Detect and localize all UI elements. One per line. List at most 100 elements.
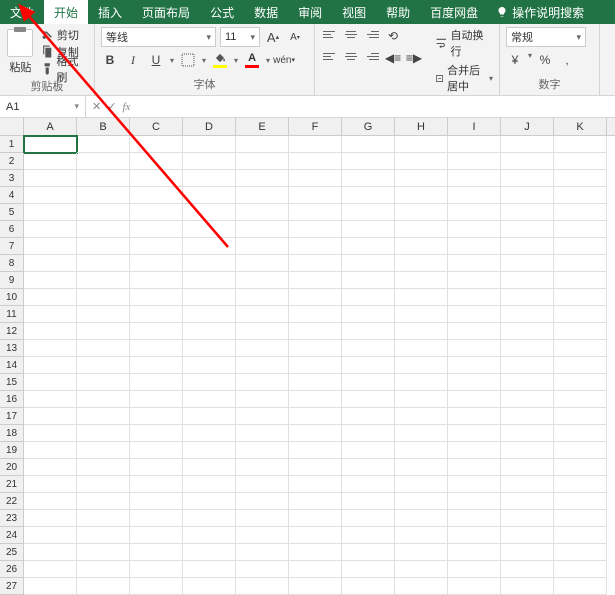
border-button[interactable] <box>179 51 197 69</box>
increase-font-button[interactable]: A▴ <box>264 28 282 46</box>
column-header[interactable]: B <box>77 118 130 135</box>
row-header[interactable]: 3 <box>0 170 24 187</box>
cell[interactable] <box>130 255 183 272</box>
cell[interactable] <box>501 340 554 357</box>
cell[interactable] <box>77 578 130 595</box>
cell[interactable] <box>77 544 130 561</box>
cell[interactable] <box>342 323 395 340</box>
row-header[interactable]: 9 <box>0 272 24 289</box>
cell[interactable] <box>130 357 183 374</box>
column-header[interactable]: G <box>342 118 395 135</box>
cell[interactable] <box>448 561 501 578</box>
chevron-down-icon[interactable]: ▾ <box>234 56 238 65</box>
cell[interactable] <box>130 425 183 442</box>
font-color-button[interactable]: A <box>243 52 261 68</box>
cell[interactable] <box>395 561 448 578</box>
cell[interactable] <box>395 476 448 493</box>
cell[interactable] <box>236 442 289 459</box>
cell[interactable] <box>289 289 342 306</box>
cell[interactable] <box>342 306 395 323</box>
cell[interactable] <box>554 306 607 323</box>
cell[interactable] <box>554 170 607 187</box>
row-header[interactable]: 11 <box>0 306 24 323</box>
cell[interactable] <box>342 561 395 578</box>
cell[interactable] <box>289 153 342 170</box>
cell[interactable] <box>77 425 130 442</box>
row-header[interactable]: 18 <box>0 425 24 442</box>
cell[interactable] <box>130 408 183 425</box>
cell[interactable] <box>24 544 77 561</box>
cell[interactable] <box>448 187 501 204</box>
cell[interactable] <box>236 170 289 187</box>
column-header[interactable]: I <box>448 118 501 135</box>
cell[interactable] <box>183 476 236 493</box>
cell[interactable] <box>183 153 236 170</box>
cell[interactable] <box>342 289 395 306</box>
orientation-button[interactable]: ⟲ <box>384 27 402 45</box>
chevron-down-icon[interactable]: ▾ <box>528 51 532 69</box>
phonetic-button[interactable]: wén▾ <box>275 51 293 69</box>
row-header[interactable]: 16 <box>0 391 24 408</box>
cell[interactable] <box>183 204 236 221</box>
cell[interactable] <box>77 374 130 391</box>
cell[interactable] <box>24 238 77 255</box>
cell[interactable] <box>236 153 289 170</box>
cell[interactable] <box>289 306 342 323</box>
cell[interactable] <box>554 459 607 476</box>
cell[interactable] <box>130 187 183 204</box>
cell[interactable] <box>24 374 77 391</box>
cell[interactable] <box>448 442 501 459</box>
cell[interactable] <box>501 476 554 493</box>
cell[interactable] <box>289 425 342 442</box>
cell[interactable] <box>236 493 289 510</box>
cell[interactable] <box>130 561 183 578</box>
cell[interactable] <box>183 578 236 595</box>
cell[interactable] <box>554 153 607 170</box>
row-header[interactable]: 21 <box>0 476 24 493</box>
underline-button[interactable]: U <box>147 51 165 69</box>
cell[interactable] <box>289 357 342 374</box>
cell[interactable] <box>554 204 607 221</box>
cell[interactable] <box>448 204 501 221</box>
cell[interactable] <box>24 578 77 595</box>
menu-file[interactable]: 文件 <box>0 0 44 24</box>
cell[interactable] <box>289 578 342 595</box>
cell[interactable] <box>342 170 395 187</box>
cell[interactable] <box>554 476 607 493</box>
cell[interactable] <box>183 221 236 238</box>
cell[interactable] <box>130 578 183 595</box>
cell[interactable] <box>130 238 183 255</box>
cell[interactable] <box>448 153 501 170</box>
cell[interactable] <box>342 357 395 374</box>
cell[interactable] <box>183 187 236 204</box>
cell[interactable] <box>342 204 395 221</box>
cell[interactable] <box>395 289 448 306</box>
row-header[interactable]: 10 <box>0 289 24 306</box>
row-header[interactable]: 12 <box>0 323 24 340</box>
fill-color-button[interactable] <box>211 53 229 68</box>
cell[interactable] <box>236 578 289 595</box>
cell[interactable] <box>289 204 342 221</box>
cell[interactable] <box>24 289 77 306</box>
cell[interactable] <box>501 323 554 340</box>
cell[interactable] <box>24 408 77 425</box>
cell[interactable] <box>183 272 236 289</box>
cell[interactable] <box>342 408 395 425</box>
row-header[interactable]: 27 <box>0 578 24 595</box>
cell[interactable] <box>236 136 289 153</box>
search-box[interactable]: 操作说明搜索 <box>488 4 592 21</box>
cell[interactable] <box>342 153 395 170</box>
row-header[interactable]: 4 <box>0 187 24 204</box>
cell[interactable] <box>183 561 236 578</box>
cell[interactable] <box>342 187 395 204</box>
cell[interactable] <box>130 136 183 153</box>
cell[interactable] <box>448 238 501 255</box>
cell[interactable] <box>130 493 183 510</box>
cell[interactable] <box>77 255 130 272</box>
cell[interactable] <box>289 476 342 493</box>
cell[interactable] <box>77 170 130 187</box>
cell[interactable] <box>289 510 342 527</box>
row-header[interactable]: 20 <box>0 459 24 476</box>
cell[interactable] <box>554 272 607 289</box>
cell[interactable] <box>395 272 448 289</box>
